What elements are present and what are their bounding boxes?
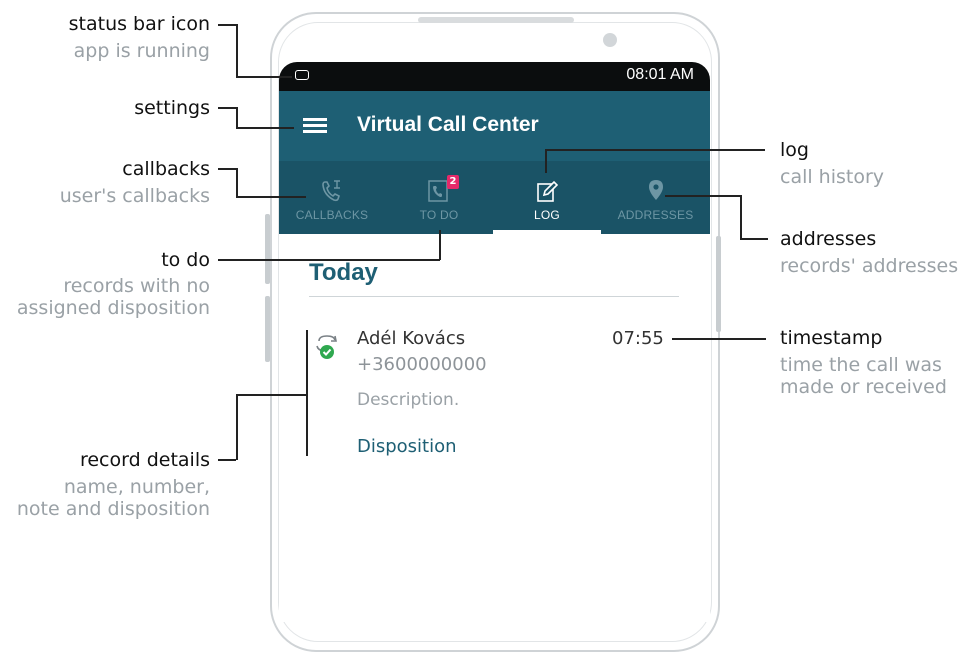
record-name[interactable]: Adél Kovács xyxy=(357,328,465,349)
connector-settings xyxy=(236,127,294,129)
connector-addresses xyxy=(665,195,741,197)
log-edit-icon xyxy=(537,180,558,202)
location-pin-icon xyxy=(648,180,663,200)
tab-label: TO DO xyxy=(419,208,459,222)
section-heading: Today xyxy=(309,259,378,286)
annotation-todo-subtitle-2: assigned disposition xyxy=(16,297,210,319)
connector-log xyxy=(545,149,547,173)
annotation-record-subtitle-1: name, number, xyxy=(63,476,210,498)
tab-callbacks[interactable]: CALLBACKS xyxy=(279,161,385,234)
app-running-icon xyxy=(295,70,309,80)
todo-phone-icon: 2 xyxy=(427,175,459,203)
annotation-status-title: status bar icon xyxy=(68,13,210,35)
volume-button xyxy=(265,214,270,284)
annotation-todo-title: to do xyxy=(161,249,210,271)
connector-todo xyxy=(439,230,441,260)
annotation-timestamp-subtitle-1: time the call was xyxy=(780,354,942,376)
annotation-timestamp-subtitle-2: made or received xyxy=(780,376,947,398)
annotation-addresses-title: addresses xyxy=(780,228,877,250)
annotation-record-subtitle-2: note and disposition xyxy=(16,498,210,520)
todo-badge: 2 xyxy=(447,175,459,189)
connector-status xyxy=(218,24,236,26)
connector-settings xyxy=(218,107,236,109)
record-timestamp: 07:55 xyxy=(612,328,664,349)
app-toolbar: Virtual Call Center xyxy=(279,91,710,161)
status-time: 08:01 AM xyxy=(626,66,694,83)
front-camera xyxy=(603,33,617,47)
speaker-grille xyxy=(418,17,574,23)
connector-record xyxy=(236,394,238,460)
annotation-addresses-subtitle: records' addresses xyxy=(780,255,959,277)
status-bar: 08:01 AM xyxy=(279,62,710,91)
tab-addresses[interactable]: ADDRESSES xyxy=(601,161,710,234)
tab-label: CALLBACKS xyxy=(295,208,369,222)
call-completed-icon xyxy=(315,334,341,366)
tab-bar: CALLBACKS 2 TO DO LOG ADDRESSES xyxy=(279,161,710,234)
tab-log[interactable]: LOG xyxy=(493,161,601,234)
menu-icon[interactable] xyxy=(303,118,327,134)
annotation-status-subtitle: app is running xyxy=(73,40,210,62)
connector-status xyxy=(236,24,238,76)
connector-addresses xyxy=(740,195,742,238)
annotation-log-title: log xyxy=(780,139,809,161)
record-phone[interactable]: +3600000000 xyxy=(357,354,487,375)
record-description: Description. xyxy=(357,390,460,410)
connector-callbacks xyxy=(236,196,306,198)
app-title: Virtual Call Center xyxy=(357,113,539,136)
connector-callbacks xyxy=(236,168,238,196)
connector-record xyxy=(306,330,308,456)
side-button-right xyxy=(716,236,721,332)
tab-label: LOG xyxy=(534,208,560,222)
connector-todo xyxy=(218,259,440,261)
connector-callbacks xyxy=(218,168,236,170)
annotation-log-subtitle: call history xyxy=(780,166,885,188)
phone-screen: 08:01 AM Virtual Call Center CALLBACKS 2… xyxy=(279,62,710,622)
annotation-record-title: record details xyxy=(79,449,210,471)
section-divider xyxy=(309,296,679,297)
annotation-callbacks-title: callbacks xyxy=(122,158,210,180)
connector-log xyxy=(545,149,765,151)
tab-todo[interactable]: 2 TO DO xyxy=(385,161,493,234)
connector-timestamp xyxy=(672,338,766,340)
power-button xyxy=(265,296,270,362)
connector-status xyxy=(236,76,292,78)
callback-phone-icon xyxy=(322,180,340,202)
record-disposition[interactable]: Disposition xyxy=(357,436,457,457)
connector-record xyxy=(218,459,236,461)
annotation-settings-title: settings xyxy=(134,97,210,119)
connector-record xyxy=(236,394,306,396)
annotation-todo-subtitle-1: records with no xyxy=(63,275,210,297)
tab-label: ADDRESSES xyxy=(617,208,694,222)
annotation-timestamp-title: timestamp xyxy=(780,327,883,349)
active-tab-indicator xyxy=(493,230,601,234)
connector-addresses xyxy=(740,238,768,240)
connector-settings xyxy=(236,107,238,127)
annotation-callbacks-subtitle: user's callbacks xyxy=(59,185,210,207)
